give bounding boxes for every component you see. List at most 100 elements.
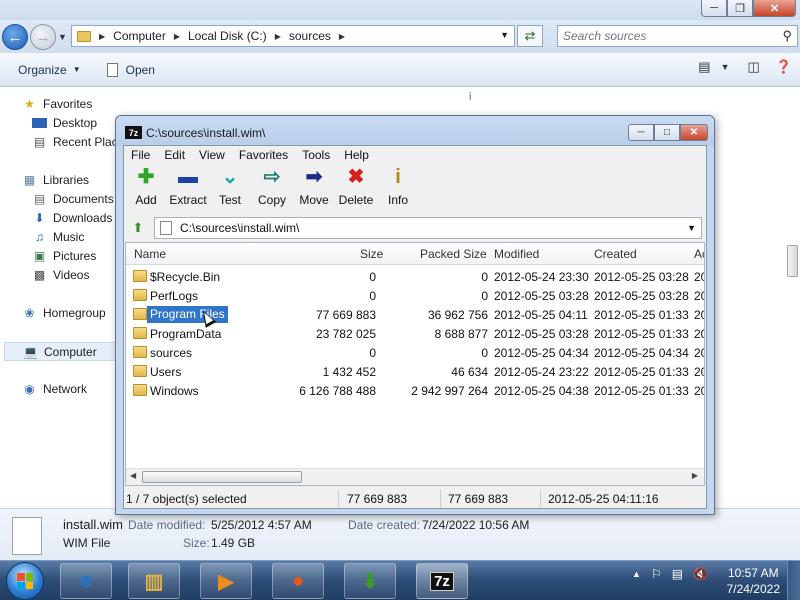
show-hidden-icons-button[interactable]: ▲ (632, 569, 641, 579)
file-list-row[interactable]: sources 0 0 2012-05-25 04:34 2012-05-25 04:3… (126, 343, 704, 362)
column-header-size[interactable]: Size (360, 247, 383, 261)
toolbar-copy-button[interactable]: ⇨ Copy (251, 164, 293, 214)
column-header-modified[interactable]: Modified (494, 247, 539, 261)
taskbar-clock[interactable]: 10:57 AM 7/24/2022 (727, 565, 780, 597)
toolbar-test-button[interactable]: ⌄ Test (209, 164, 251, 214)
open-button[interactable]: Open (99, 57, 163, 83)
file-list-row[interactable]: $Recycle.Bin 0 0 2012-05-24 23:30 2012-05-25… (126, 267, 704, 286)
details-size-label: Size: (183, 536, 210, 550)
nav-computer[interactable]: 💻 Computer (4, 342, 118, 361)
file-list-row[interactable]: ProgramData 23 782 025 8 688 877 2012-05-25… (126, 324, 704, 343)
file-list-row[interactable]: Users 1 432 452 46 634 2012-05-24 23:22 2012… (126, 362, 704, 381)
address-dropdown-icon[interactable]: ▼ (500, 30, 509, 40)
maximize-button[interactable]: ❐ (727, 0, 753, 17)
change-view-icon[interactable]: ▤ (698, 59, 710, 75)
status-packed: 77 669 883 (448, 492, 509, 506)
scroll-right-icon[interactable]: ▶ (692, 471, 698, 480)
toolbar-add-label: Add (135, 193, 157, 207)
toolbar-move-button[interactable]: ➡ Move (293, 164, 335, 214)
sevenzip-taskbar-button[interactable]: 7z (416, 563, 468, 599)
sevenzip-path-field[interactable]: C:\sources\install.wim\ ▼ (154, 217, 702, 239)
nav-videos[interactable]: ▩ Videos (32, 268, 90, 282)
sevenzip-minimize-button[interactable]: ─ (628, 124, 654, 141)
download-manager-taskbar-button[interactable]: ⬇ (344, 563, 396, 599)
show-desktop-button[interactable] (787, 561, 800, 600)
column-header-accessed[interactable]: Ac (694, 247, 704, 261)
folder-up-icon[interactable]: ⬆ (128, 218, 148, 238)
action-center-icon[interactable]: ⚐ (651, 567, 662, 581)
back-button[interactable]: ← (2, 24, 28, 50)
toolbar-extract-button[interactable]: ▬ Extract (167, 164, 209, 214)
help-icon[interactable]: ❓ (776, 59, 792, 75)
nav-libraries[interactable]: ▦ Libraries (22, 173, 89, 187)
search-input[interactable] (563, 29, 763, 43)
history-dropdown-icon[interactable]: ▼ (58, 32, 67, 42)
breadcrumb-local-disk[interactable]: Local Disk (C:) ▶ (188, 29, 289, 43)
nav-homegroup[interactable]: ❀ Homegroup (22, 306, 105, 320)
view-dropdown-icon[interactable]: ▼ (721, 62, 730, 72)
breadcrumb-computer[interactable]: Computer ▶ (113, 29, 188, 43)
sevenzip-menubar: File Edit View Favorites Tools Help (124, 146, 706, 164)
minimize-button[interactable]: ─ (701, 0, 727, 17)
toolbar-test-label: Test (218, 193, 241, 207)
column-header-name[interactable]: Name (134, 247, 166, 261)
menu-edit[interactable]: Edit (157, 148, 192, 162)
network-tray-icon[interactable]: ▤ (672, 567, 683, 581)
menu-favorites[interactable]: Favorites (232, 148, 295, 162)
row-created: 2012-05-25 04:34 (594, 346, 689, 360)
file-explorer-taskbar-button[interactable]: ▥ (128, 563, 180, 599)
nav-music[interactable]: ♫ Music (32, 230, 84, 244)
column-header-packed-size[interactable]: Packed Size (420, 247, 487, 261)
sevenzip-close-button[interactable]: ✕ (680, 124, 708, 141)
menu-tools[interactable]: Tools (295, 148, 337, 162)
content-scrollbar-thumb[interactable] (787, 245, 798, 277)
nav-desktop[interactable]: Desktop (32, 116, 97, 130)
content-scrollbar[interactable] (785, 87, 800, 507)
explorer-titlebar[interactable]: ─ ❐ ✕ (0, 0, 800, 20)
sevenzip-maximize-button[interactable]: □ (654, 124, 680, 141)
preview-pane-icon[interactable]: ◫ (748, 59, 760, 75)
nav-favorites[interactable]: ★ Favorites (22, 97, 92, 111)
info-icon: i (395, 166, 401, 188)
organize-button[interactable]: Organize ▼ (10, 57, 89, 83)
navigation-pane: ★ Favorites Desktop ▤ Recent Plac ▦ Libr… (0, 87, 118, 507)
refresh-button[interactable]: ⇄ (517, 25, 543, 47)
details-filename: install.wim (63, 517, 123, 532)
horizontal-scroll-thumb[interactable] (142, 471, 302, 483)
nav-pictures[interactable]: ▣ Pictures (32, 249, 97, 263)
toolbar-info-button[interactable]: i Info (377, 164, 419, 214)
sevenzip-titlebar[interactable]: 7z C:\sources\install.wim\ ─ □ ✕ (116, 116, 714, 146)
row-accessed: 20 (694, 384, 704, 398)
toolbar-delete-button[interactable]: ✖ Delete (335, 164, 377, 214)
nav-documents[interactable]: ▤ Documents (32, 192, 114, 206)
sevenzip-file-list[interactable]: Name Size Packed Size Modified Created A… (125, 242, 705, 486)
toolbar-add-button[interactable]: ✚ Add (125, 164, 167, 214)
start-button[interactable] (6, 562, 44, 600)
nav-network[interactable]: ◉ Network (22, 382, 87, 396)
scroll-left-icon[interactable]: ◀ (130, 471, 136, 480)
volume-muted-icon[interactable]: 🔇 (693, 567, 708, 581)
path-dropdown-icon[interactable]: ▼ (687, 223, 696, 233)
nav-recent-places[interactable]: ▤ Recent Plac (32, 135, 118, 149)
breadcrumb-sources[interactable]: sources ▶ (289, 29, 353, 43)
nav-pictures-label: Pictures (53, 249, 97, 263)
file-list-horizontal-scrollbar[interactable]: ◀ ▶ (126, 468, 704, 485)
row-packed-size: 0 (481, 346, 488, 360)
breadcrumb-separator[interactable]: ▶ (99, 32, 113, 41)
row-packed-size: 2 942 997 264 (411, 384, 488, 398)
close-button[interactable]: ✕ (753, 0, 796, 17)
file-list-row[interactable]: Windows 6 126 788 488 2 942 997 264 2012-05… (126, 381, 704, 400)
address-bar[interactable]: ▶ Computer ▶ Local Disk (C:) ▶ sources ▶ ▼ (71, 25, 515, 47)
firefox-taskbar-button[interactable]: ● (272, 563, 324, 599)
search-box[interactable]: ⚲ (557, 25, 798, 47)
column-header-created[interactable]: Created (594, 247, 637, 261)
forward-button[interactable]: → (30, 24, 56, 50)
nav-downloads[interactable]: ⬇ Downloads (32, 211, 112, 225)
search-icon[interactable]: ⚲ (782, 28, 792, 44)
media-player-taskbar-button[interactable]: ▶ (200, 563, 252, 599)
menu-file[interactable]: File (124, 148, 157, 162)
menu-view[interactable]: View (192, 148, 232, 162)
internet-explorer-taskbar-button[interactable]: e (60, 563, 112, 599)
menu-help[interactable]: Help (337, 148, 376, 162)
file-list-row[interactable]: PerfLogs 0 0 2012-05-25 03:28 2012-05-25 03:… (126, 286, 704, 305)
